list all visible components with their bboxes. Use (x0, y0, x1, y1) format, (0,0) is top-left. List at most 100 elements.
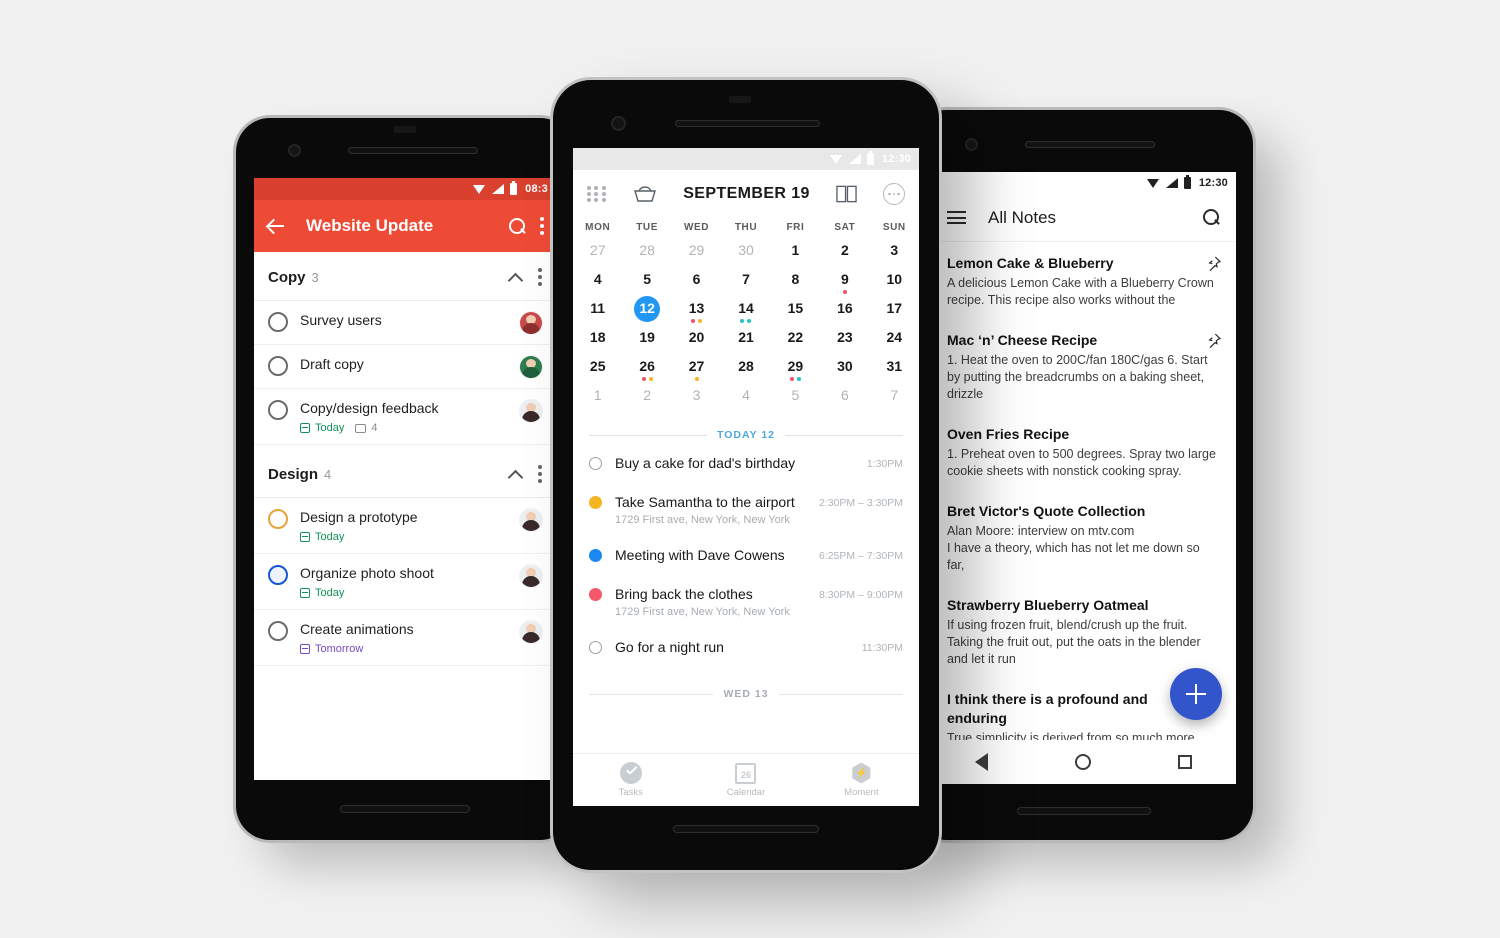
note-item[interactable]: Bret Victor's Quote Collection Alan Moor… (931, 490, 1236, 584)
kebab-menu-icon[interactable] (538, 268, 542, 286)
task-row[interactable]: Create animations Tomorrow (254, 610, 556, 666)
event-bullet-icon[interactable] (589, 457, 602, 470)
calendar-day-cell[interactable]: 25 (573, 357, 622, 386)
event-bullet-icon[interactable] (589, 641, 602, 654)
calendar-day-cell[interactable]: 3 (870, 241, 919, 270)
calendar-day-cell[interactable]: 28 (622, 241, 671, 270)
calendar-day-cell[interactable]: 30 (820, 357, 869, 386)
calendar-day-cell[interactable]: 11 (573, 299, 622, 328)
grid-apps-icon[interactable] (587, 185, 607, 203)
overflow-menu-button[interactable] (540, 217, 544, 235)
pin-icon[interactable] (1206, 332, 1222, 348)
calendar-day-cell[interactable]: 17 (870, 299, 919, 328)
calendar-day-cell[interactable]: 29 (672, 241, 721, 270)
task-checkbox[interactable] (268, 312, 288, 332)
tab-moment[interactable]: Moment (804, 762, 919, 798)
calendar-day-cell[interactable]: 4 (573, 270, 622, 299)
event-row[interactable]: Take Samantha to the airport 1729 First … (573, 482, 919, 535)
calendar-day-cell[interactable]: 9 (820, 270, 869, 299)
calendar-day-cell[interactable]: 7 (870, 386, 919, 415)
task-row[interactable]: Organize photo shoot Today (254, 554, 556, 610)
note-item[interactable]: Oven Fries Recipe 1. Preheat oven to 500… (931, 413, 1236, 490)
task-row[interactable]: Design a prototype Today (254, 498, 556, 554)
back-button[interactable] (266, 216, 286, 236)
calendar-day-cell[interactable]: 22 (771, 328, 820, 357)
calendar-day-cell[interactable]: 5 (771, 386, 820, 415)
event-bullet-icon[interactable] (589, 588, 602, 601)
note-item[interactable]: Lemon Cake & Blueberry A delicious Lemon… (931, 242, 1236, 319)
pin-icon[interactable] (1206, 255, 1222, 271)
calendar-day-cell[interactable]: 18 (573, 328, 622, 357)
add-note-fab[interactable] (1170, 668, 1222, 720)
search-button[interactable] (509, 217, 526, 235)
calendar-day-cell[interactable]: 3 (672, 386, 721, 415)
calendar-day-cell[interactable]: 26 (622, 357, 671, 386)
event-row[interactable]: Meeting with Dave Cowens 6:25PM – 7:30PM (573, 535, 919, 574)
task-checkbox[interactable] (268, 565, 288, 585)
tab-calendar[interactable]: 26 Calendar (688, 762, 803, 798)
calendar-day-cell[interactable]: 6 (672, 270, 721, 299)
event-bullet-icon[interactable] (589, 496, 602, 509)
divider-line (778, 693, 903, 695)
event-row[interactable]: Go for a night run 11:30PM (573, 627, 919, 666)
calendar-day-cell[interactable]: 5 (622, 270, 671, 299)
calendar-day-cell[interactable]: 30 (721, 241, 770, 270)
calendar-day-cell[interactable]: 27 (672, 357, 721, 386)
calendar-day-cell[interactable]: 4 (721, 386, 770, 415)
right-screen: 12:30 All Notes Lemon Cake & Blueberry A… (931, 172, 1236, 784)
task-body: Create animations Tomorrow (300, 620, 512, 655)
calendar-day-cell[interactable]: 13 (672, 299, 721, 328)
task-row[interactable]: Draft copy (254, 345, 556, 389)
calendar-day-cell[interactable]: 23 (820, 328, 869, 357)
task-row[interactable]: Copy/design feedback Today 4 (254, 389, 556, 445)
nav-recents-icon[interactable] (1178, 755, 1193, 769)
calendar-day-cell[interactable]: 27 (573, 241, 622, 270)
calendar-day-cell[interactable]: 21 (721, 328, 770, 357)
calendar-day-cell[interactable]: 12 (622, 296, 671, 328)
calendar-day-cell[interactable]: 28 (721, 357, 770, 386)
note-item[interactable]: Mac ‘n’ Cheese Recipe 1. Heat the oven t… (931, 319, 1236, 413)
section-header-design[interactable]: Design 4 (254, 445, 556, 498)
calendar-day-cell[interactable]: 15 (771, 299, 820, 328)
event-bullet-icon[interactable] (589, 549, 602, 562)
calendar-badge: 26 (740, 769, 751, 780)
calendar-day-cell[interactable]: 20 (672, 328, 721, 357)
calendar-day-cell[interactable]: 16 (820, 299, 869, 328)
calendar-day-cell[interactable]: 1 (573, 386, 622, 415)
section-header-copy[interactable]: Copy 3 (254, 252, 556, 301)
calendar-day-cell[interactable]: 2 (622, 386, 671, 415)
more-circle-icon[interactable] (883, 183, 905, 205)
note-item[interactable]: Strawberry Blueberry Oatmeal If using fr… (931, 584, 1236, 678)
task-checkbox[interactable] (268, 509, 288, 529)
search-icon[interactable] (1203, 209, 1220, 226)
two-column-view-icon[interactable] (836, 184, 857, 204)
kebab-menu-icon[interactable] (538, 465, 542, 483)
calendar-day-cell[interactable]: 8 (771, 270, 820, 299)
calendar-day-cell[interactable]: 2 (820, 241, 869, 270)
calendar-day-cell[interactable]: 7 (721, 270, 770, 299)
calendar-day-cell[interactable]: 31 (870, 357, 919, 386)
hamburger-menu-icon[interactable] (947, 211, 966, 224)
calendar-day-cell[interactable]: 1 (771, 241, 820, 270)
tab-tasks[interactable]: Tasks (573, 762, 688, 798)
task-row[interactable]: Survey users (254, 301, 556, 345)
basket-icon[interactable] (633, 185, 657, 203)
event-row[interactable]: Bring back the clothes 1729 First ave, N… (573, 574, 919, 627)
comment-icon (355, 423, 367, 433)
task-checkbox[interactable] (268, 356, 288, 376)
nav-back-icon[interactable] (974, 753, 988, 771)
task-checkbox[interactable] (268, 621, 288, 641)
calendar-day-cell[interactable]: 19 (622, 328, 671, 357)
task-checkbox[interactable] (268, 400, 288, 420)
chevron-up-icon[interactable] (508, 467, 522, 481)
calendar-day-cell[interactable]: 6 (820, 386, 869, 415)
nav-home-icon[interactable] (1074, 754, 1091, 770)
calendar-month-title[interactable]: SEPTEMBER 19 (683, 185, 810, 203)
calendar-day-cell[interactable]: 10 (870, 270, 919, 299)
chevron-up-icon[interactable] (508, 270, 522, 284)
calendar-day-cell[interactable]: 24 (870, 328, 919, 357)
calendar-day-cell[interactable]: 29 (771, 357, 820, 386)
battery-icon (1183, 175, 1191, 189)
event-row[interactable]: Buy a cake for dad's birthday 1:30PM (573, 443, 919, 482)
calendar-day-cell[interactable]: 14 (721, 299, 770, 328)
